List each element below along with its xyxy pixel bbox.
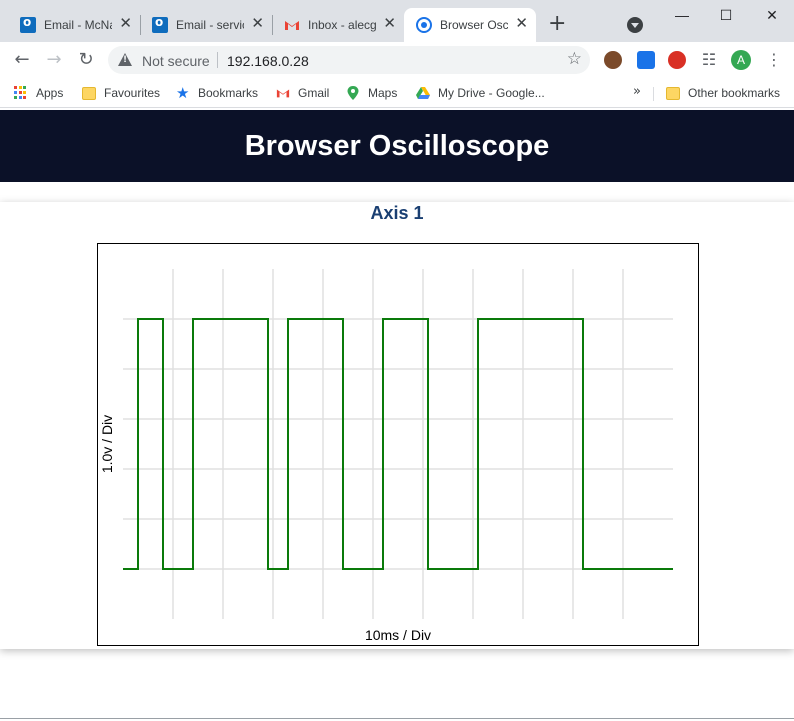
close-icon[interactable]: ✕ <box>383 16 396 32</box>
more-bookmarks-chevron-icon[interactable]: » <box>633 84 641 99</box>
grid-layer <box>123 269 673 619</box>
gmail-icon <box>285 21 299 30</box>
star-icon: ★ <box>176 84 190 102</box>
tab-strip: Email - McNa ✕ Email - servic ✕ Inbox - … <box>0 0 794 42</box>
extensions-puzzle-icon[interactable]: ☷ <box>700 51 718 69</box>
apps-grid-icon <box>14 86 28 100</box>
x-axis-label: 10ms / Div <box>365 627 431 643</box>
avatar[interactable]: A <box>731 50 751 70</box>
close-window-button[interactable]: ✕ <box>758 4 786 28</box>
minimize-button[interactable]: — <box>668 4 696 28</box>
cookie-extension-icon[interactable] <box>604 51 622 69</box>
tab-browser-oscilloscope[interactable]: Browser Osc ✕ <box>404 8 536 42</box>
bookmark-label: Apps <box>36 86 64 100</box>
y-axis-label: 1.0v / Div <box>99 415 115 473</box>
signal-trace <box>123 318 673 570</box>
tab-inbox-gmail[interactable]: Inbox - alecg ✕ <box>272 8 404 42</box>
bookmark-label: Maps <box>368 86 398 100</box>
bookmark-apps[interactable]: Apps <box>14 84 63 102</box>
close-icon[interactable]: ✕ <box>119 16 132 32</box>
reload-button[interactable]: ↻ <box>74 48 98 72</box>
forward-button[interactable]: → <box>42 48 66 72</box>
close-icon[interactable]: ✕ <box>515 16 528 32</box>
tab-email-service[interactable]: Email - servic ✕ <box>140 8 272 42</box>
new-tab-button[interactable]: + <box>548 13 566 35</box>
bookmark-maps[interactable]: Maps <box>346 84 397 102</box>
chart-card: Axis 1 1.0v / Div 10ms / Div <box>0 202 794 649</box>
drive-icon <box>416 87 430 99</box>
bookmark-my-drive[interactable]: My Drive - Google... <box>416 84 545 102</box>
bookmarks-divider <box>653 87 654 101</box>
browser-toolbar: ← → ↻ Not secure 192.168.0.28 ☆ ☷ A ⋮ <box>0 42 794 78</box>
bookmark-label: Gmail <box>298 86 330 100</box>
bookmark-label: Other bookmarks <box>688 86 781 100</box>
tab-title: Browser Osc <box>440 18 508 32</box>
oscilloscope-svg: 1.0v / Div 10ms / Div <box>99 269 673 643</box>
bookmarks-bar: Apps Favourites ★ Bookmarks Gmail Maps M… <box>0 78 794 108</box>
chart-title: Axis 1 <box>370 203 424 223</box>
bookmark-gmail[interactable]: Gmail <box>276 84 329 102</box>
page-divider <box>0 718 794 719</box>
tab-title: Email - servic <box>176 18 244 32</box>
url-text[interactable]: 192.168.0.28 <box>227 53 309 69</box>
gmail-icon <box>276 89 290 98</box>
security-indicator[interactable]: Not secure <box>142 53 210 69</box>
page-header: Browser Oscilloscope <box>0 110 794 182</box>
bookmark-favourites[interactable]: Favourites <box>82 84 160 102</box>
tab-email-mcna[interactable]: Email - McNa ✕ <box>8 8 140 42</box>
blue-extension-icon[interactable] <box>637 51 655 69</box>
oscilloscope-plot: 1.0v / Div 10ms / Div <box>97 243 699 646</box>
red-extension-icon[interactable] <box>668 51 686 69</box>
bookmark-star-icon[interactable]: ☆ <box>567 49 582 69</box>
menu-kebab-icon[interactable]: ⋮ <box>766 50 782 70</box>
folder-icon <box>82 86 96 100</box>
omnibox-divider <box>217 52 218 68</box>
bookmark-other-bookmarks[interactable]: Other bookmarks <box>666 84 780 102</box>
close-icon[interactable]: ✕ <box>251 16 264 32</box>
maximize-button[interactable]: ☐ <box>712 4 740 28</box>
address-bar[interactable]: Not secure 192.168.0.28 ☆ <box>108 46 590 74</box>
tab-title: Inbox - alecg <box>308 18 376 32</box>
globe-icon <box>416 17 432 33</box>
bookmark-label: My Drive - Google... <box>438 86 545 100</box>
folder-icon <box>666 86 680 100</box>
warning-icon <box>118 53 132 66</box>
tab-search-icon[interactable] <box>627 17 643 33</box>
back-button[interactable]: ← <box>10 48 34 72</box>
page-title: Browser Oscilloscope <box>244 129 550 162</box>
maps-pin-icon <box>347 86 359 100</box>
trace-layer <box>123 318 673 570</box>
bookmark-label: Bookmarks <box>198 86 259 100</box>
outlook-icon <box>20 15 36 33</box>
tab-title: Email - McNa <box>44 18 112 32</box>
bookmark-bookmarks[interactable]: ★ Bookmarks <box>176 84 258 102</box>
outlook-icon <box>152 15 168 33</box>
bookmark-label: Favourites <box>104 86 161 100</box>
